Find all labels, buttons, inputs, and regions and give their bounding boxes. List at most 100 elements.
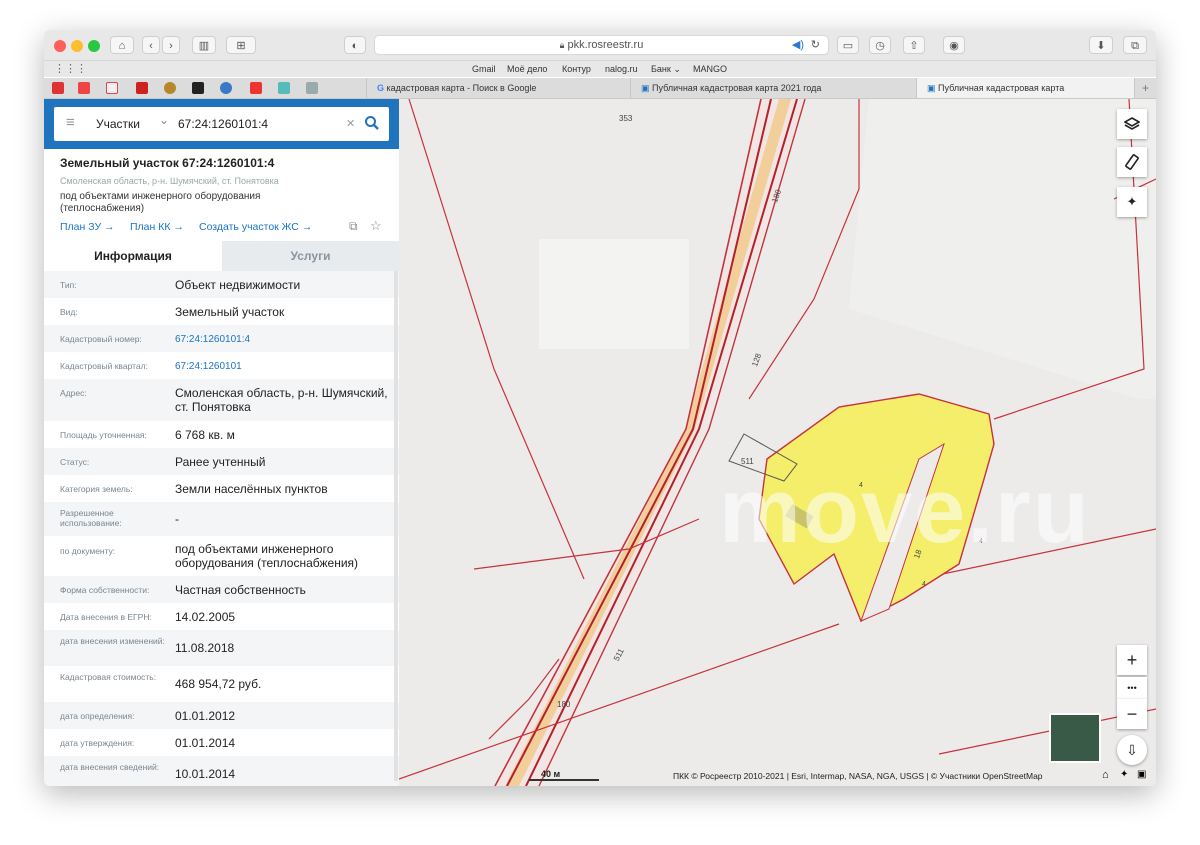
new-tab-button[interactable]: + (1134, 78, 1156, 98)
tabs-overview-icon[interactable]: ⧉ (1123, 36, 1147, 54)
slack-icon[interactable] (278, 82, 290, 94)
privacy-icon[interactable]: ◐ (344, 36, 366, 54)
row-label: Кадастровый номер: (60, 334, 142, 344)
chevron-down-icon[interactable]: ⌄ (159, 113, 169, 127)
clear-icon[interactable]: ✕ (346, 117, 355, 130)
table-row: Статус: Ранее учтенный (44, 448, 399, 475)
gmail-icon[interactable] (106, 82, 118, 94)
home-icon[interactable]: ⌂ (1102, 769, 1109, 781)
row-value: 11.08.2018 (175, 641, 235, 655)
tab-information[interactable]: Информация (44, 241, 222, 271)
extension-8-icon[interactable] (250, 82, 262, 94)
cadastral-quarter-link[interactable]: 67:24:1260101 (175, 360, 390, 374)
row-value: Земли населённых пунктов (175, 482, 328, 496)
compass-button[interactable]: ⇩ (1117, 735, 1147, 765)
plan-zu-link[interactable]: План ЗУ → (60, 221, 115, 233)
tab-label: Публичная кадастровая карта 2021 года (652, 83, 822, 93)
boundary-line (506, 99, 772, 786)
apps-grid-icon[interactable]: ⋮⋮⋮ (54, 62, 87, 75)
row-label: дата внесения изменений: (60, 636, 165, 646)
clock-icon[interactable] (220, 82, 232, 94)
favorite-mango[interactable]: MANGO (693, 64, 727, 74)
extension-10-icon[interactable] (306, 82, 318, 94)
parcel-title: Земельный участок 67:24:1260101:4 (60, 156, 275, 170)
tab-services[interactable]: Услуги (222, 241, 399, 271)
table-row: Разрешенное использование: - (44, 502, 399, 536)
mail-icon[interactable] (136, 82, 148, 94)
compass-icon: ⇩ (1126, 742, 1138, 758)
cadastral-map: 353 180 128 511 18 4 4 4 180 511 (399, 99, 1156, 786)
row-value: 01.01.2012 (175, 709, 236, 723)
row-label: Форма собственности: (60, 585, 150, 595)
row-label: Тип: (60, 280, 77, 290)
favorite-moe-delo[interactable]: Моё дело (507, 64, 547, 74)
history-icon[interactable]: ◷ (869, 36, 891, 54)
star-icon[interactable]: ☆ (370, 218, 382, 234)
row-value: под объектами инженерного оборудования (… (175, 542, 359, 570)
menu-icon[interactable]: ≡ (66, 114, 75, 131)
screen-icon[interactable]: ▣ (1137, 769, 1146, 780)
minimap-thumbnail[interactable] (1049, 713, 1101, 763)
more-button[interactable]: ••• (1117, 677, 1147, 699)
minimize-window-button[interactable] (71, 40, 83, 52)
search-type-select[interactable]: Участки (96, 117, 140, 131)
parcel-boundary (399, 623, 840, 780)
row-label: дата утверждения: (60, 738, 135, 748)
favorite-kontur[interactable]: Контур (562, 64, 591, 74)
printer-icon[interactable]: ▭ (837, 36, 859, 54)
table-row: дата внесения сведений: 10.01.2014 (44, 756, 399, 786)
kontur-icon[interactable] (192, 82, 204, 94)
parcel-number-label: 511 (612, 646, 626, 662)
reader-icon[interactable]: ⊞ (226, 36, 256, 54)
download-icon[interactable]: ⬇ (1089, 36, 1113, 54)
parcel-number-label: 128 (750, 352, 763, 368)
table-row: дата внесения изменений: 11.08.2018 (44, 630, 399, 666)
sidebar-icon[interactable]: ▥ (192, 36, 216, 54)
map-canvas[interactable]: 353 180 128 511 18 4 4 4 180 511 move.ru… (399, 99, 1156, 786)
create-parcel-link[interactable]: Создать участок ЖС → (199, 221, 312, 233)
favorite-gmail[interactable]: Gmail (472, 64, 496, 74)
zoom-out-button[interactable]: − (1117, 699, 1147, 729)
audio-icon[interactable]: ◀︎) (792, 36, 804, 55)
favorite-bank[interactable]: Банк ⌄ (651, 64, 681, 75)
row-label: Площадь уточненная: (60, 430, 147, 440)
reload-icon[interactable]: ↻ (811, 36, 820, 55)
extension-icon[interactable]: ◉ (943, 36, 965, 54)
back-icon[interactable]: ‹ (142, 36, 160, 54)
row-value: 468 954,72 руб. (175, 677, 262, 691)
close-window-button[interactable] (54, 40, 66, 52)
table-row: Кадастровая стоимость: 468 954,72 руб. (44, 666, 399, 702)
row-label: Кадастровый квартал: (60, 361, 148, 371)
home-icon[interactable]: ⌂ (110, 36, 134, 54)
copy-icon[interactable]: ⧉ (349, 219, 358, 234)
zoom-window-button[interactable] (88, 40, 100, 52)
row-value: 14.02.2005 (175, 610, 236, 624)
table-row: Тип: Объект недвижимости (44, 271, 399, 298)
share-icon[interactable]: ⇧ (903, 36, 925, 54)
zoom-in-button[interactable]: + (1117, 645, 1147, 675)
tab-pkk[interactable]: ▣ Публичная кадастровая карта (916, 78, 1134, 98)
extension-1-icon[interactable] (52, 82, 64, 94)
search-input[interactable]: 67:24:1260101:4 (178, 117, 268, 131)
locate-button[interactable]: ✦ (1117, 187, 1147, 217)
extension-5-icon[interactable] (164, 82, 176, 94)
parcel-address: Смоленская область, р-н. Шумячский, ст. … (60, 176, 279, 186)
row-label: Кадастровая стоимость: (60, 672, 157, 682)
measure-button[interactable] (1117, 147, 1147, 177)
row-value: - (175, 512, 179, 526)
tab-google-search[interactable]: G кадастровая карта - Поиск в Google (366, 78, 630, 98)
crosshair-small-icon[interactable]: ✦ (1120, 769, 1128, 780)
panel-scrollbar[interactable] (394, 271, 398, 781)
scale-label: 40 м (541, 769, 561, 779)
search-icon[interactable] (364, 115, 380, 131)
table-row: Форма собственности: Частная собственност… (44, 576, 399, 603)
favorite-nalog[interactable]: nalog.ru (605, 64, 638, 74)
tab-pkk-2021[interactable]: ▣ Публичная кадастровая карта 2021 года (630, 78, 916, 98)
layers-button[interactable] (1117, 109, 1147, 139)
extension-2-icon[interactable] (78, 82, 90, 94)
plan-kk-link[interactable]: План КК → (130, 221, 184, 233)
address-bar[interactable]: 🔒︎ pkk.rosreestr.ru ↻ ◀︎) (374, 35, 829, 55)
info-tabs: Информация Услуги (44, 241, 399, 271)
cadastral-number-link[interactable]: 67:24:1260101:4 (175, 333, 390, 347)
forward-icon[interactable]: › (162, 36, 180, 54)
